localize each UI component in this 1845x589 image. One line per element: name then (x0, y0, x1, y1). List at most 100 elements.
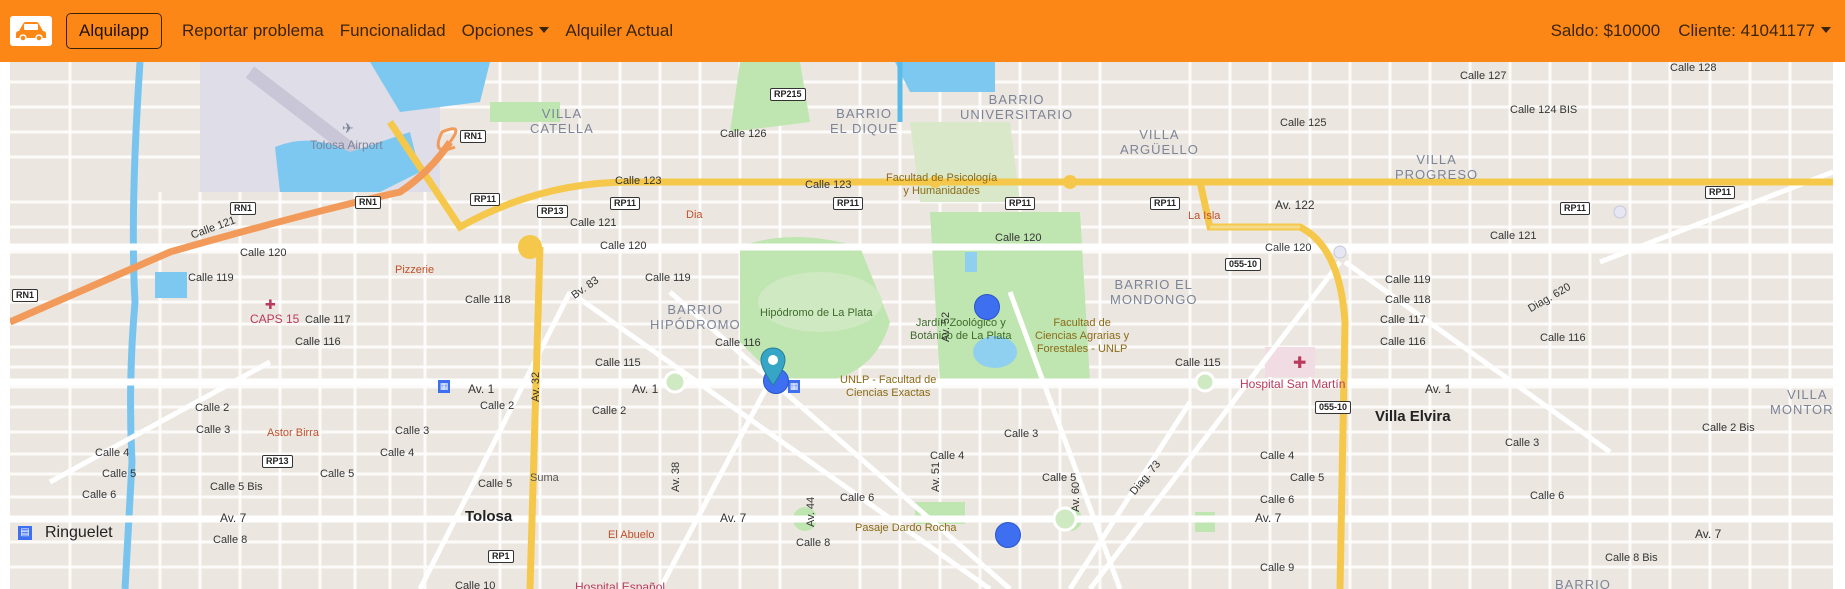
label-villa-elvira: Villa Elvira (1375, 408, 1451, 425)
shield-rp13: RP13 (537, 205, 568, 218)
location-pin-icon[interactable] (760, 347, 786, 387)
label-suma: Suma (530, 472, 559, 484)
label-street: Calle 8 (796, 537, 831, 549)
label-dia: Dia (686, 209, 703, 221)
label-street: Calle 4 (930, 450, 965, 462)
label-jardin-zoologico: Jardín Zoológico y Botánico de La Plata (910, 317, 1012, 342)
label-street: Calle 123 (805, 179, 852, 191)
label-av51: Av. 51 (930, 461, 942, 492)
label-av38: Av. 38 (670, 461, 682, 492)
label-street: Calle 121 (1490, 230, 1537, 242)
label-av1-right: Av. 1 (1425, 382, 1452, 396)
nav-funcionalidad[interactable]: Funcionalidad (340, 21, 446, 41)
label-street: Calle 6 (840, 492, 875, 504)
label-street: Calle 10 (455, 580, 496, 589)
label-ringuelet: Ringuelet (45, 524, 113, 541)
label-street: Calle 119 (1385, 274, 1431, 286)
label-street: Calle 119 (645, 272, 691, 284)
map-view[interactable]: VILLA CATELLA BARRIO EL DIQUE BARRIO UNIVER… (10, 62, 1833, 589)
train-station-icon: ▤ (18, 526, 32, 540)
label-street: Calle 116 (715, 337, 761, 349)
label-street: Calle 2 (592, 405, 627, 417)
label-unlp-exactas: UNLP - Facultad de Ciencias Exactas (840, 374, 937, 399)
label-street: Calle 5 (102, 468, 137, 480)
label-street: Calle 5 (1042, 472, 1077, 484)
label-facultad-agrarias: Facultad de Ciencias Agrarias y Forestales… (1035, 317, 1130, 355)
label-street: Calle 120 (240, 247, 287, 259)
label-hipodromo: Hipódromo de La Plata (760, 307, 873, 319)
label-tolosa: Tolosa (465, 508, 513, 525)
label-street: Calle 127 (1460, 70, 1507, 82)
nav-reportar-problema[interactable]: Reportar problema (182, 21, 324, 41)
label-street: Calle 9 (1260, 562, 1295, 574)
label-street: Calle 123 (615, 175, 662, 187)
label-street: Calle 116 (1380, 336, 1426, 348)
shield-rp11: RP11 (1005, 197, 1036, 210)
cliente-dropdown[interactable]: Cliente: 41041177 (1678, 21, 1831, 41)
airport-icon: ✈ (342, 120, 354, 136)
label-street: Calle 128 (1670, 62, 1717, 74)
shield-rn1: RN1 (460, 130, 487, 143)
label-street: Calle 117 (1380, 314, 1426, 326)
label-street: Calle 2 Bis (1702, 422, 1755, 434)
brand-button[interactable]: Alquilapp (66, 13, 162, 49)
label-street: Calle 2 (195, 402, 230, 414)
label-av1-left: Av. 1 (468, 382, 495, 396)
label-av1-mid: Av. 1 (632, 382, 659, 396)
top-navbar: Alquilapp Reportar problema Funcionalida… (0, 0, 1845, 62)
health-icon: ✚ (265, 297, 276, 312)
cliente-label: Cliente: 41041177 (1678, 21, 1815, 40)
vehicle-marker[interactable] (974, 294, 1000, 320)
shield-rp13: RP13 (262, 455, 293, 468)
label-street: Calle 4 (1260, 450, 1295, 462)
label-av44: Av. 44 (805, 496, 817, 527)
shield-rn1: RN1 (12, 289, 39, 302)
label-street: Calle 5 (478, 478, 513, 490)
label-street: Calle 125 (1280, 117, 1327, 129)
label-street: Calle 115 (595, 357, 641, 369)
label-villa-montoro: VILLAMONTORO (1770, 387, 1833, 417)
shield-rp1: RP1 (488, 550, 514, 563)
label-av122: Av. 122 (1275, 198, 1315, 212)
label-villa-arguello: VILLA ARGÜELLO (1120, 127, 1199, 157)
bus-station-icon: ▦ (438, 380, 450, 393)
shield-rp11: RP11 (1560, 202, 1591, 215)
label-barrio-hipodromo: BARRIO HIPÓDROMO (650, 302, 741, 332)
label-street: Calle 4 (380, 447, 415, 459)
label-av32: Av. 32 (530, 371, 542, 402)
shield-rp11: RP11 (1705, 186, 1736, 199)
shield-rp11: RP11 (470, 193, 501, 206)
label-av7-left: Av. 7 (220, 511, 247, 525)
label-street: Calle 121 (570, 217, 617, 229)
label-street: Calle 2 (480, 400, 515, 412)
label-street: Calle 6 (82, 489, 117, 501)
label-facultad-psicologia: Facultad de Psicología y Humanidades (886, 172, 998, 197)
saldo-display: Saldo: $10000 (1550, 21, 1661, 40)
chevron-down-icon (539, 27, 550, 33)
shield-05510: 055-10 (1315, 401, 1352, 414)
label-street: Calle 120 (600, 240, 647, 252)
vehicle-marker[interactable] (995, 522, 1021, 548)
label-street: Calle 6 (1530, 490, 1565, 502)
shield-rp11: RP11 (610, 197, 641, 210)
label-street: Calle 4 (95, 447, 130, 459)
label-villa-catella: VILLA CATELLA (530, 106, 594, 136)
label-barrio-universitario: BARRIO UNIVERSITARIO (960, 92, 1074, 122)
car-icon[interactable] (10, 16, 52, 46)
label-av7-mid: Av. 7 (720, 511, 747, 525)
label-av7-far: Av. 7 (1695, 527, 1722, 541)
nav-opciones-dropdown[interactable]: Opciones (462, 21, 550, 41)
label-el-abuelo: El Abuelo (608, 529, 655, 541)
label-av60: Av. 60 (1070, 481, 1082, 512)
label-villa-progreso: VILLA PROGRESO (1395, 152, 1479, 182)
label-street: Calle 126 (720, 128, 767, 140)
label-street: Calle 3 (196, 424, 231, 436)
label-la-isla: La Isla (1188, 210, 1221, 222)
label-street: Calle 115 (1175, 357, 1221, 369)
nav-alquiler-actual[interactable]: Alquiler Actual (565, 21, 673, 41)
label-astor-birra: Astor Birra (267, 427, 319, 439)
label-pizzerie: Pizzerie (395, 264, 435, 276)
label-street: Calle 117 (305, 314, 351, 326)
label-street: Calle 3 (1004, 428, 1039, 440)
navbar-right: Saldo: $10000 Cliente: 41041177 (1533, 21, 1845, 41)
